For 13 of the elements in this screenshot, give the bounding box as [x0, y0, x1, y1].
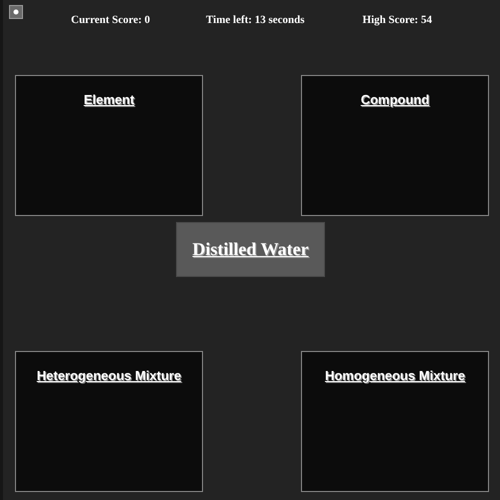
drop-zone[interactable]: Compound — [301, 75, 489, 216]
score-text: Current Score: 0 — [71, 13, 150, 28]
drop-zone[interactable]: Heterogeneous Mixture — [15, 351, 203, 492]
category-title: Homogeneous Mixture — [324, 367, 466, 385]
score-text: High Score: 54 — [362, 13, 432, 28]
category-title: Heterogeneous Mixture — [36, 367, 182, 385]
item-card[interactable]: Distilled Water — [176, 222, 325, 277]
category-title: Compound — [360, 91, 430, 109]
drop-zone[interactable]: Element — [15, 75, 203, 216]
score-text: Time left: 13 seconds — [206, 13, 305, 28]
category-title: Element — [84, 91, 134, 109]
drop-zone[interactable]: Homogeneous Mixture — [301, 351, 489, 492]
settings-button[interactable] — [9, 5, 23, 19]
